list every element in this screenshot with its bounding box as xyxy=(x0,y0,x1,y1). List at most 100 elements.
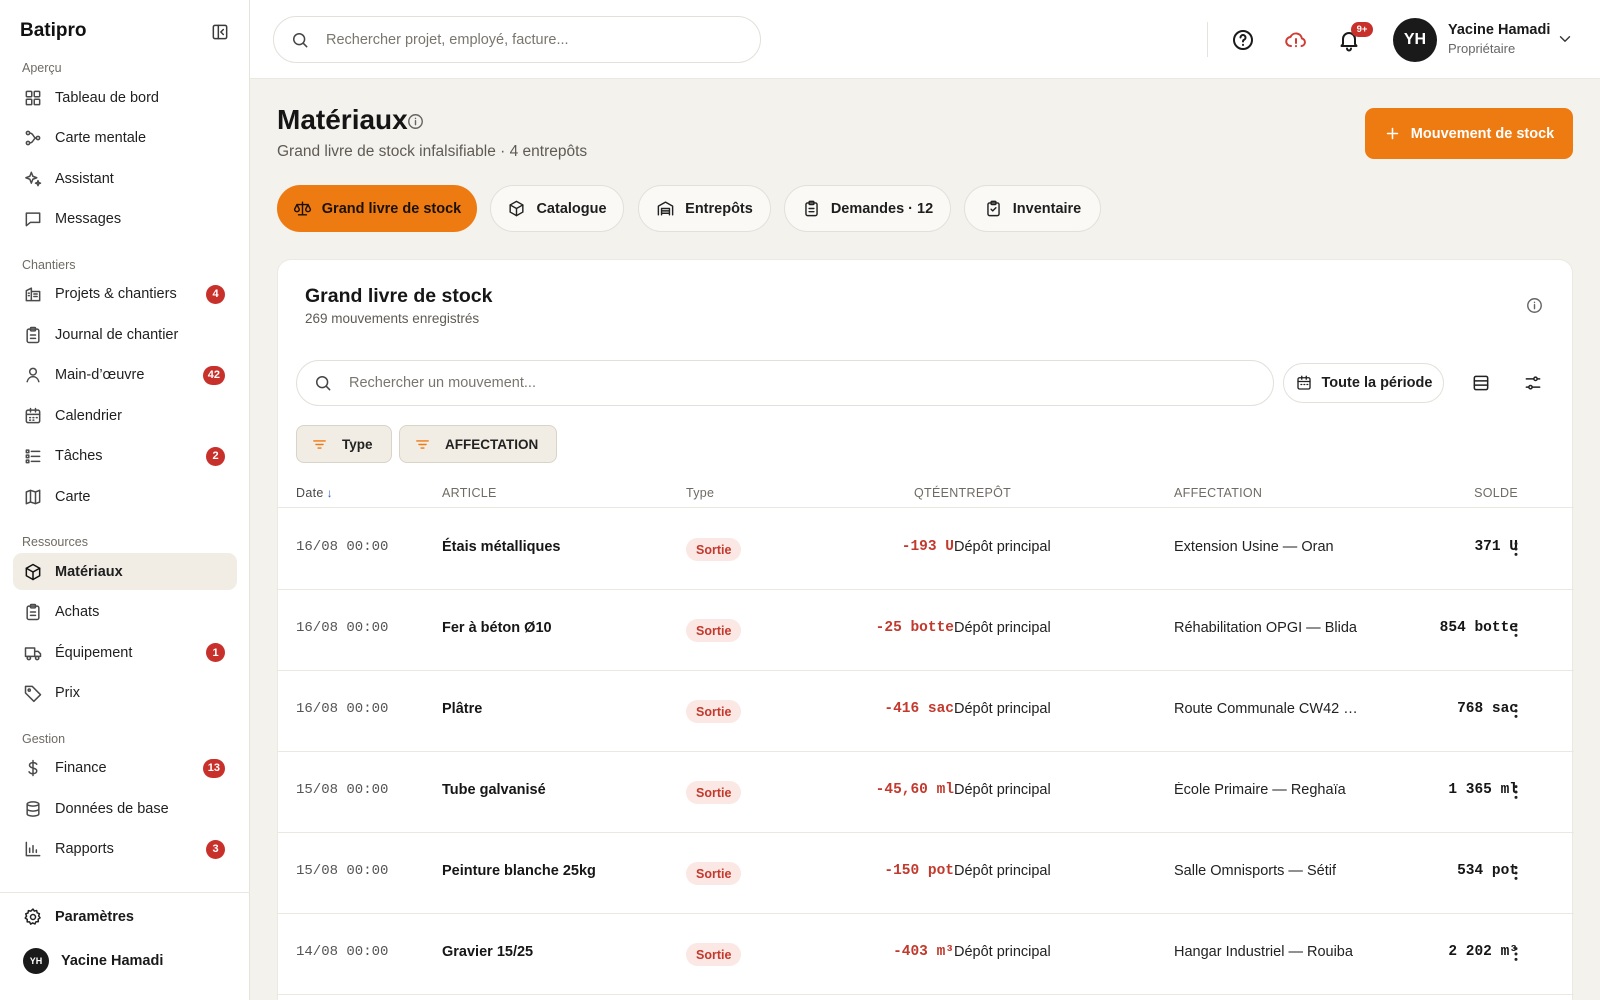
help-icon xyxy=(1233,30,1253,50)
row-actions-button[interactable] xyxy=(1504,780,1528,804)
cell-date: 15/08 00:00 xyxy=(296,863,389,879)
user-menu-toggle[interactable] xyxy=(1556,30,1574,48)
table-header: Date ↓ ARTICLE Type QTÉENTREPÔT AFFECTATI… xyxy=(278,478,1574,508)
notifications-button[interactable]: 9+ xyxy=(1335,22,1373,54)
avatar[interactable]: YH xyxy=(1393,18,1437,62)
sidebar-item-tableau-de-bord[interactable]: Tableau de bord xyxy=(13,79,237,116)
clipboard-check-icon xyxy=(986,200,1000,217)
bar-chart-icon xyxy=(25,841,41,857)
column-header-date[interactable]: Date ↓ xyxy=(296,486,333,500)
table-row[interactable]: 15/08 00:00 Peinture blanche 25kg Sortie -1… xyxy=(278,833,1574,914)
global-search[interactable] xyxy=(273,16,761,63)
column-header-qty-warehouse[interactable]: QTÉENTREPÔT xyxy=(914,486,1011,500)
sort-desc-icon: ↓ xyxy=(326,486,333,500)
row-actions-button[interactable] xyxy=(1504,699,1528,723)
help-button[interactable] xyxy=(1229,26,1257,54)
tab-grand-livre[interactable]: Grand livre de stock xyxy=(277,185,477,232)
table-row[interactable]: 16/08 00:00 Étais métalliques Sortie -193 U… xyxy=(278,509,1574,590)
sidebar-item-label: Équipement xyxy=(55,644,133,661)
row-actions-button[interactable] xyxy=(1504,537,1528,561)
sidebar-item-rapports[interactable]: Rapports 3 xyxy=(13,831,237,868)
sidebar-item-label: Messages xyxy=(55,211,122,227)
cloud-sync-button[interactable] xyxy=(1282,26,1310,54)
cloud-alert-icon xyxy=(1285,32,1306,48)
card-info-button[interactable] xyxy=(1525,296,1544,315)
sidebar-item-label: Tableau de bord xyxy=(55,89,159,106)
sidebar-item-assistant[interactable]: Assistant xyxy=(13,160,237,197)
cell-warehouse: Dépôt principal xyxy=(954,620,1051,636)
tab-entrepots[interactable]: Entrepôts xyxy=(638,185,771,232)
warehouse-icon xyxy=(657,201,674,216)
avatar: YH xyxy=(23,948,49,974)
sidebar-user[interactable]: YH Yacine Hamadi xyxy=(13,941,237,981)
movement-search[interactable] xyxy=(296,360,1274,406)
period-filter-button[interactable]: Toute la période xyxy=(1283,363,1444,403)
plus-icon xyxy=(1386,127,1399,140)
cell-date: 16/08 00:00 xyxy=(296,620,389,636)
page-info-button[interactable] xyxy=(406,112,425,131)
tab-catalogue[interactable]: Catalogue xyxy=(490,185,624,232)
sidebar-item-equipement[interactable]: Équipement 1 xyxy=(13,634,237,671)
sidebar-item-parametres[interactable]: Paramètres xyxy=(13,899,237,935)
cell-quantity: -45,60 ml xyxy=(875,782,954,798)
sidebar-item-messages[interactable]: Messages xyxy=(13,201,237,238)
box-icon xyxy=(509,200,524,217)
column-settings-button[interactable] xyxy=(1518,368,1548,398)
cell-warehouse: Dépôt principal xyxy=(954,782,1051,798)
clipboard-icon xyxy=(26,326,40,343)
table-row[interactable]: 16/08 00:00 Fer à béton Ø10 Sortie -25 bott… xyxy=(278,590,1574,671)
column-header-type[interactable]: Type xyxy=(686,486,714,500)
cell-assignment: Hangar Industriel — Rouiba xyxy=(1174,944,1353,960)
tab-label: Entrepôts xyxy=(685,200,753,217)
topbar-user-name[interactable]: Yacine Hamadi xyxy=(1448,22,1550,38)
density-toggle-button[interactable] xyxy=(1466,368,1496,398)
table-row[interactable]: 16/08 00:00 Plâtre Sortie -416 sac Dépôt pri… xyxy=(278,671,1574,752)
movement-search-input[interactable] xyxy=(349,375,1229,391)
filter-chip-type[interactable]: Type xyxy=(296,425,392,463)
tab-inventaire[interactable]: Inventaire xyxy=(964,185,1101,232)
column-header-assignment[interactable]: AFFECTATION xyxy=(1174,486,1262,500)
count-badge: 1 xyxy=(206,643,225,662)
filter-chip-affectation[interactable]: AFFECTATION xyxy=(399,425,558,463)
notification-badge: 9+ xyxy=(1351,22,1373,37)
column-header-label: Date xyxy=(296,486,324,500)
cell-date: 16/08 00:00 xyxy=(296,701,389,717)
cell-quantity: -416 sac xyxy=(884,701,954,717)
sidebar-item-carte[interactable]: Carte xyxy=(13,478,237,515)
cell-warehouse: Dépôt principal xyxy=(954,944,1051,960)
sidebar-item-prix[interactable]: Prix xyxy=(13,675,237,712)
sidebar-item-projets[interactable]: Projets & chantiers 4 xyxy=(13,276,237,313)
add-stock-movement-label: Mouvement de stock xyxy=(1410,125,1555,142)
column-header-article[interactable]: ARTICLE xyxy=(442,486,497,500)
tab-demandes[interactable]: Demandes · 12 xyxy=(784,185,951,232)
global-search-input[interactable] xyxy=(326,31,726,48)
sidebar-item-main-d-oeuvre[interactable]: Main-d’œuvre 42 xyxy=(13,357,237,394)
calendar-icon xyxy=(1296,375,1311,390)
sparkles-icon xyxy=(25,171,42,186)
sidebar-item-label: Données de base xyxy=(55,800,169,817)
row-actions-button[interactable] xyxy=(1504,861,1528,885)
building-icon xyxy=(25,287,41,302)
table-row[interactable]: 14/08 00:00 Gravier 15/25 Sortie -403 m³ Dép… xyxy=(278,914,1574,995)
cell-date: 15/08 00:00 xyxy=(296,782,389,798)
row-actions-button[interactable] xyxy=(1504,618,1528,642)
sidebar-item-calendrier[interactable]: Calendrier xyxy=(13,397,237,434)
chevron-down-icon xyxy=(1559,36,1571,42)
sidebar-item-achats[interactable]: Achats xyxy=(13,594,237,631)
collapse-sidebar-button[interactable] xyxy=(206,18,234,46)
sidebar-item-donnees-de-base[interactable]: Données de base xyxy=(13,790,237,827)
dollar-icon xyxy=(28,759,38,777)
sidebar-item-taches[interactable]: Tâches 2 xyxy=(13,438,237,475)
sidebar-item-journal[interactable]: Journal de chantier xyxy=(13,316,237,353)
sidebar-item-label: Rapports xyxy=(55,841,114,857)
add-stock-movement-button[interactable]: Mouvement de stock xyxy=(1365,108,1573,159)
cell-warehouse: Dépôt principal xyxy=(954,701,1051,717)
cell-quantity: -193 U xyxy=(901,539,954,555)
column-header-balance[interactable]: SOLDE xyxy=(1474,486,1518,500)
sidebar-item-carte-mentale[interactable]: Carte mentale xyxy=(13,120,237,157)
map-icon xyxy=(25,489,41,504)
table-row[interactable]: 15/08 00:00 Tube galvanisé Sortie -45,60 ml… xyxy=(278,752,1574,833)
sidebar-item-finance[interactable]: Finance 13 xyxy=(13,750,237,787)
sidebar-item-materiaux[interactable]: Matériaux xyxy=(13,553,237,590)
row-actions-button[interactable] xyxy=(1504,942,1528,966)
